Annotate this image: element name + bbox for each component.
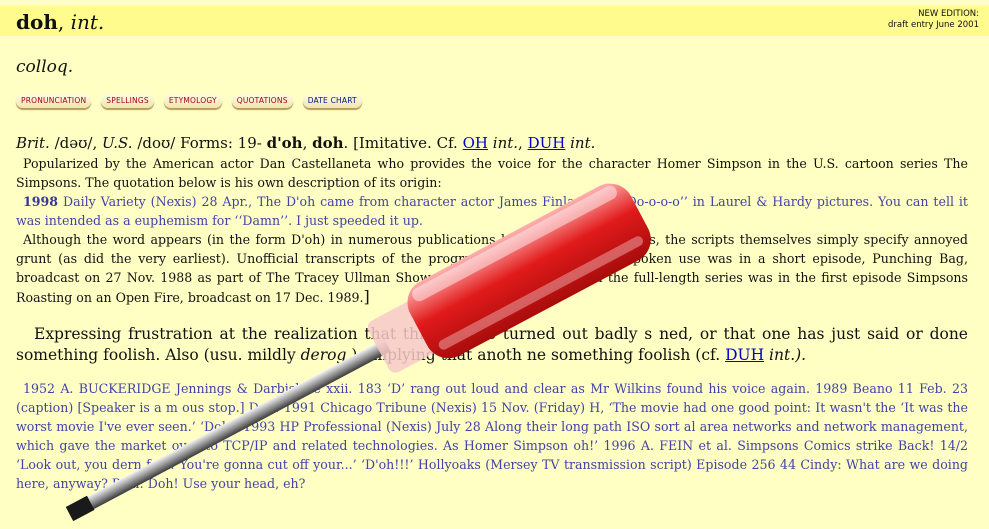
quote-year: 1998: [23, 194, 59, 209]
forms-brit: Brit.: [16, 134, 50, 152]
etymology-paragraph-2: Although the word appears (in the form D…: [16, 230, 968, 307]
sense-text-d: int.).: [764, 346, 807, 364]
oh-pos: int.: [492, 134, 519, 152]
form-doh: doh: [312, 134, 344, 152]
sense-definition: Expressing frustration at the realizatio…: [16, 324, 968, 366]
edition-line-1: NEW EDITION:: [918, 9, 979, 19]
forms-label: /doʊ/ Forms: 19-: [132, 134, 267, 152]
oh-link[interactable]: OH: [463, 134, 488, 152]
etymology-quotation: 1998 Daily Variety (Nexis) 28 Apr., The …: [16, 192, 968, 230]
forms-line: Brit. /dəʊ/, U.S. /doʊ/ Forms: 19- d'oh,…: [16, 134, 968, 153]
closing-bracket: ]: [363, 287, 370, 306]
entry-content: Brit. /dəʊ/, U.S. /doʊ/ Forms: 19- d'oh,…: [16, 134, 968, 493]
etymology-paragraph: Popularized by the American actor Dan Ca…: [16, 156, 968, 190]
edition-line-2: draft entry June 2001: [888, 20, 979, 30]
edition-note: NEW EDITION: draft entry June 2001: [888, 9, 979, 31]
forms-separator: ,: [302, 134, 313, 152]
quotations-block: 1952 A. BUCKERIDGE Jennings & Darbishire…: [16, 381, 968, 491]
link-separator: ,: [518, 134, 528, 152]
header-band: [0, 6, 989, 36]
headword: doh, int.: [16, 10, 105, 34]
duh-link[interactable]: DUH: [528, 134, 566, 152]
duh-pos: int.: [570, 134, 596, 152]
quotations-button[interactable]: QUOTATIONS: [231, 94, 293, 108]
date-chart-button[interactable]: DATE CHART: [302, 94, 362, 108]
sense-derog: derog.: [300, 346, 352, 364]
etymology-button[interactable]: ETYMOLOGY: [163, 94, 222, 108]
usage-label: colloq.: [16, 57, 74, 77]
sense-text-c: ): implying that anoth ne something fool…: [351, 346, 726, 364]
headword-text: doh: [16, 10, 58, 34]
forms-us: U.S.: [102, 134, 133, 152]
part-of-speech: int.: [70, 10, 105, 34]
etymology-intro: . [Imitative. Cf.: [343, 134, 463, 152]
screwdriver-tip: [65, 495, 95, 522]
quote-text: Daily Variety (Nexis) 28 Apr., The D'oh …: [16, 194, 968, 228]
duh-link-2[interactable]: DUH: [725, 346, 764, 364]
form-doh-apostrophe: d'oh: [266, 134, 303, 152]
etymology-paragraph-2-text: Although the word appears (in the form D…: [16, 232, 968, 305]
forms-pron-brit: /dəʊ/,: [49, 134, 102, 152]
sense-text-a: Expressing frustration at the realizatio…: [34, 325, 645, 343]
pronunciation-button[interactable]: PRONUNCIATION: [16, 94, 92, 108]
spellings-button[interactable]: SPELLINGS: [101, 94, 154, 108]
section-nav: PRONUNCIATION SPELLINGS ETYMOLOGY QUOTAT…: [16, 94, 362, 108]
